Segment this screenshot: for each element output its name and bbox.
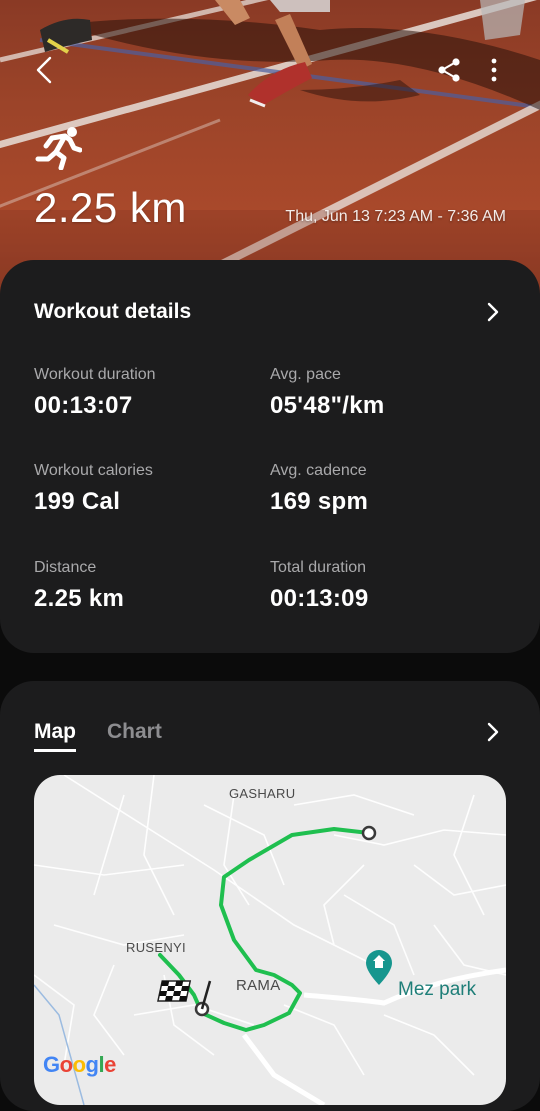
map-label-rusenyi: RUSENYI xyxy=(126,940,186,955)
stat-label: Avg. pace xyxy=(270,366,341,383)
stat-label: Workout calories xyxy=(34,462,153,479)
share-button[interactable] xyxy=(432,52,466,88)
stat-value: 05'48"/km xyxy=(270,392,385,419)
map-chart-card: Map Chart GASHARU RUSENYI RAMA Mez park … xyxy=(0,681,540,1111)
workout-distance: 2.25 km xyxy=(34,184,187,231)
stat-workout-calories: Workout calories 199 Cal xyxy=(34,462,153,516)
more-vertical-icon xyxy=(491,58,497,82)
stat-label: Avg. cadence xyxy=(270,462,367,479)
stat-value: 2.25 km xyxy=(34,585,125,612)
workout-details-title: Workout details xyxy=(34,300,192,323)
stat-avg-pace: Avg. pace 05'48"/km xyxy=(270,366,385,420)
stat-avg-cadence: Avg. cadence 169 spm xyxy=(270,462,368,516)
more-options-button[interactable] xyxy=(480,52,508,88)
tab-chart[interactable]: Chart xyxy=(107,720,162,744)
running-icon xyxy=(35,127,82,170)
map-label-mez-park: Mez park xyxy=(398,979,477,1000)
tab-map[interactable]: Map xyxy=(34,720,76,752)
stat-value: 169 spm xyxy=(270,488,369,515)
back-button[interactable] xyxy=(26,52,62,88)
google-logo: Google xyxy=(43,1052,116,1077)
map-label-rama: RAMA xyxy=(236,977,281,994)
chevron-right-icon xyxy=(487,302,499,322)
hero-banner: 2.25 km Thu, Jun 13 7:23 AM - 7:36 AM xyxy=(0,0,540,300)
workout-date-range: Thu, Jun 13 7:23 AM - 7:36 AM xyxy=(285,208,506,225)
stat-total-duration: Total duration 00:13:09 xyxy=(270,559,368,613)
chevron-right-icon xyxy=(487,722,499,742)
finish-flag-icon xyxy=(157,980,212,1010)
stat-label: Total duration xyxy=(270,559,367,576)
stat-label: Distance xyxy=(34,559,97,576)
chevron-left-icon xyxy=(36,56,52,84)
stat-value: 00:13:07 xyxy=(34,392,133,419)
workout-details-arrow[interactable] xyxy=(482,300,504,324)
park-pin-icon xyxy=(366,950,392,985)
workout-details-card[interactable]: Workout details Workout duration 00:13:0… xyxy=(0,260,540,653)
share-icon xyxy=(438,58,460,82)
map-label-gasharu: GASHARU xyxy=(229,786,296,801)
map-expand-arrow[interactable] xyxy=(482,720,504,744)
stat-distance: Distance 2.25 km xyxy=(34,559,124,613)
stat-value: 00:13:09 xyxy=(270,585,369,612)
stat-label: Workout duration xyxy=(34,366,156,383)
route-map[interactable]: GASHARU RUSENYI RAMA Mez park Google xyxy=(34,775,506,1105)
stat-workout-duration: Workout duration 00:13:07 xyxy=(34,366,156,420)
stat-value: 199 Cal xyxy=(34,488,121,515)
